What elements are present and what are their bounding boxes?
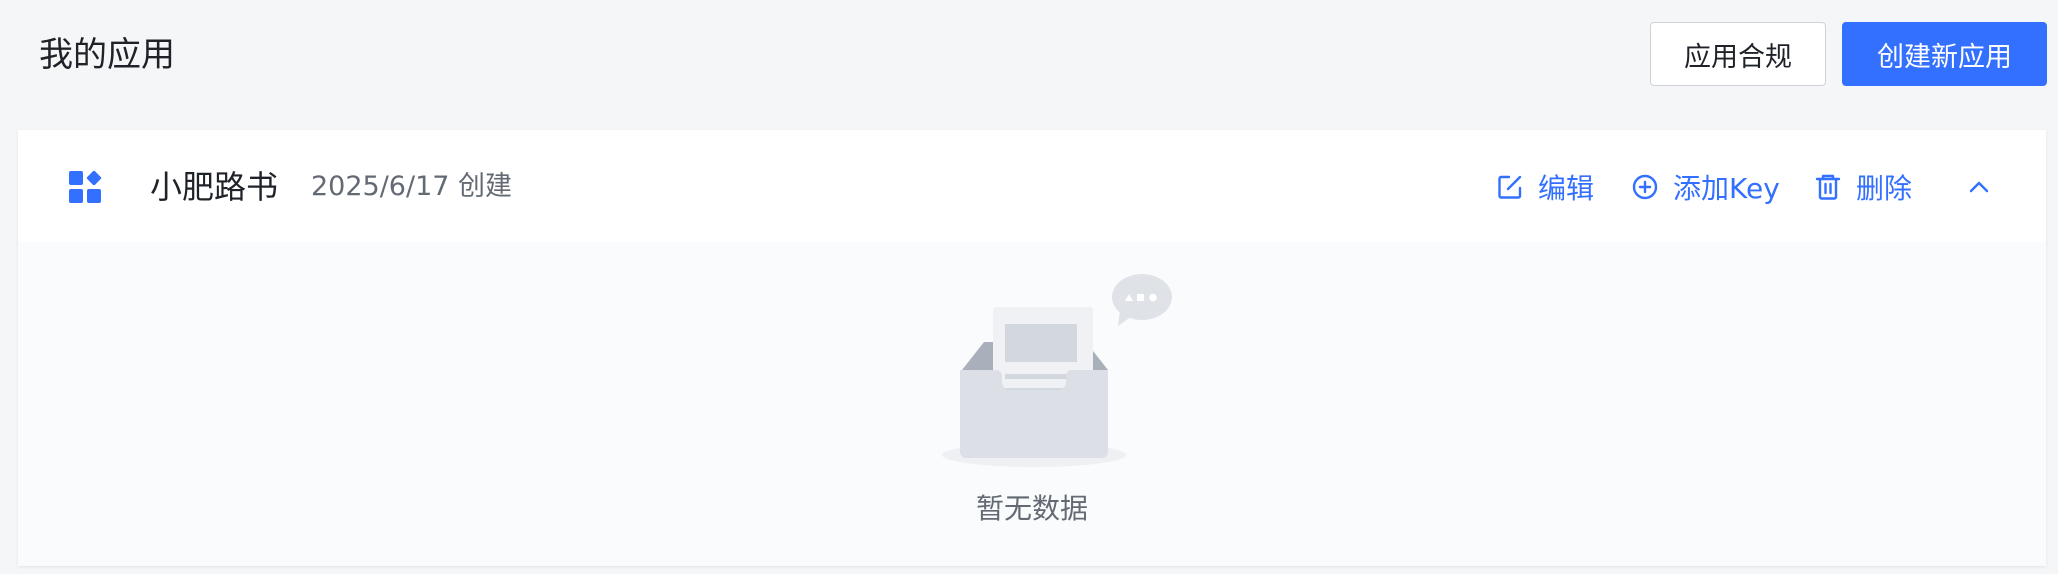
empty-state-text: 暂无数据 [975, 492, 1088, 525]
app-card: 小肥路书 2025/6/17 创建 编辑 添加Key 删除 暂无数据 [18, 130, 2046, 566]
app-card-header[interactable]: 小肥路书 2025/6/17 创建 编辑 添加Key 删除 [18, 130, 2046, 242]
apps-grid-icon [69, 170, 102, 203]
app-compliance-button[interactable]: 应用合规 [1650, 22, 1826, 86]
delete-button[interactable]: 删除 [1814, 166, 1912, 208]
app-name: 小肥路书 [150, 168, 279, 206]
add-key-button[interactable]: 添加Key [1631, 166, 1780, 208]
trash-icon [1815, 174, 1841, 200]
chevron-up-icon[interactable] [1962, 170, 1996, 204]
add-circle-icon [1632, 174, 1658, 200]
edit-icon [1498, 175, 1522, 199]
edit-button[interactable]: 编辑 [1496, 166, 1594, 208]
page: 我的应用 应用合规 创建新应用 小肥路书 2025/6/17 创建 编辑 添加K… [0, 0, 2058, 574]
create-app-button[interactable]: 创建新应用 [1842, 22, 2047, 86]
add-key-label: 添加Key [1673, 172, 1780, 205]
edit-label: 编辑 [1538, 172, 1595, 205]
app-created-date: 2025/6/17 创建 [311, 171, 513, 202]
page-title: 我的应用 [39, 35, 175, 75]
delete-label: 删除 [1856, 172, 1913, 205]
empty-inbox-icon [942, 274, 1172, 467]
